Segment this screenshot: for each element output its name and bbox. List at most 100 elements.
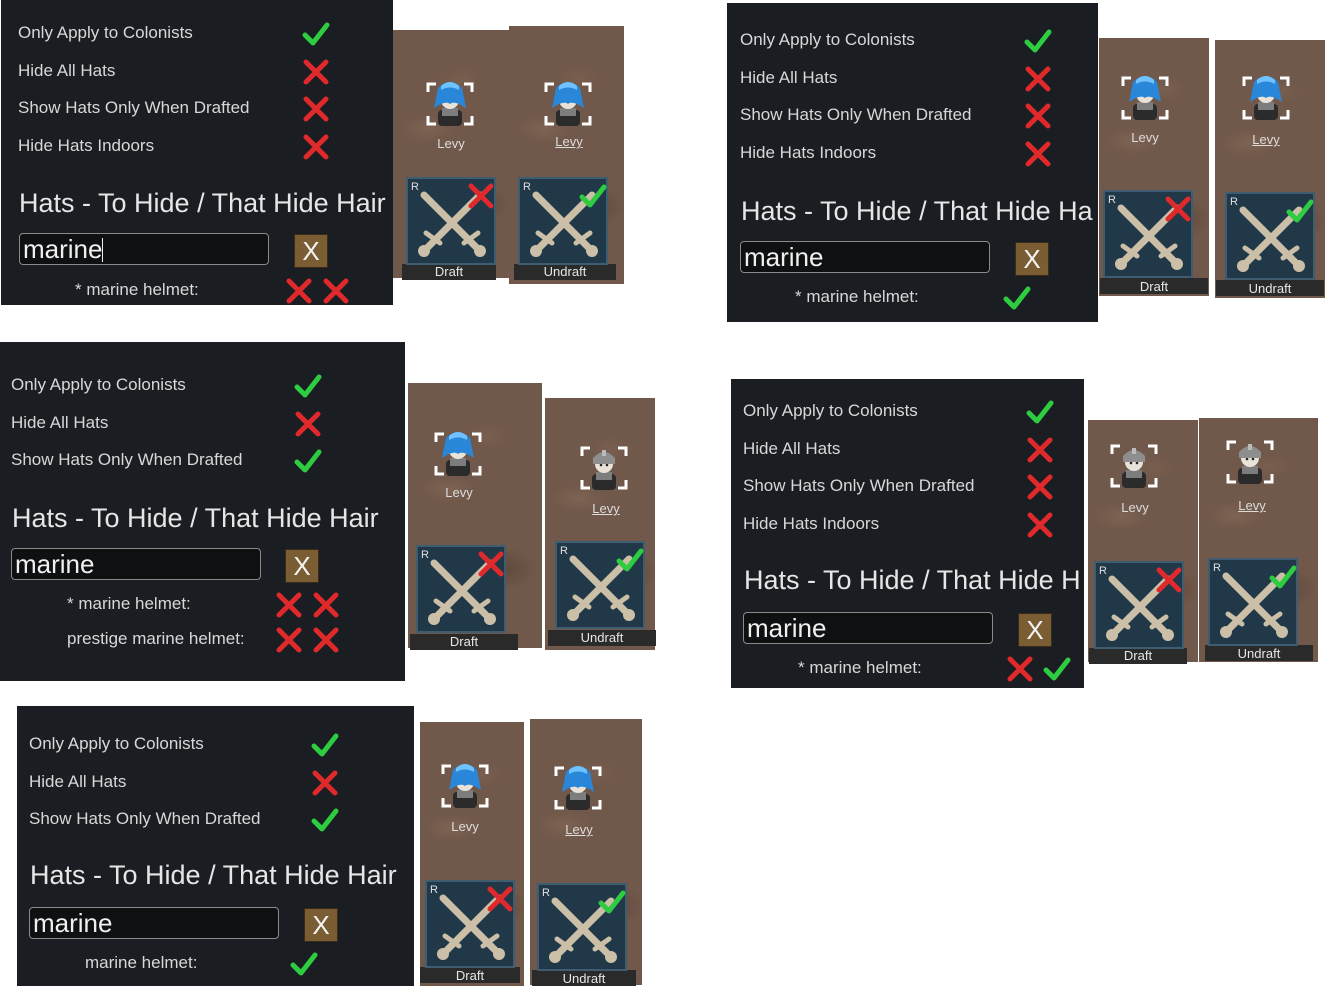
clear-search-button[interactable]: X <box>285 549 319 583</box>
pawn-name-label: Levy <box>592 501 620 516</box>
colonist-pawn[interactable] <box>1119 72 1171 124</box>
section-heading: Hats - To Hide / That Hide Hair <box>12 503 379 533</box>
cross-icon <box>485 884 513 912</box>
draft-gizmo-button[interactable]: R <box>416 545 506 633</box>
option-label: Hide All Hats <box>29 771 127 791</box>
draft-gizmo-button[interactable]: R <box>1094 561 1184 649</box>
section-heading: Hats - To Hide / That Hide Hair <box>30 860 397 890</box>
undraft-gizmo-button[interactable]: R <box>1208 558 1298 646</box>
cross-icon[interactable] <box>274 590 304 620</box>
draft-gizmo-button[interactable]: R <box>1103 190 1193 278</box>
checkmark-icon[interactable] <box>1002 283 1032 313</box>
checkmark-icon <box>578 181 607 208</box>
undraft-gizmo-button[interactable]: R <box>537 883 627 971</box>
option-label: Hide Hats Indoors <box>18 136 155 156</box>
pawn-name-label: Levy <box>555 134 583 149</box>
cross-icon[interactable] <box>1025 472 1055 502</box>
search-input[interactable]: marine <box>740 241 990 273</box>
settings-panel: Only Apply to Colonists Hide All Hats Show… <box>0 342 405 681</box>
option-label: Only Apply to Colonists <box>743 401 918 420</box>
colonist-pawn[interactable] <box>578 442 630 494</box>
cross-icon[interactable] <box>321 276 351 305</box>
pawn-name-label: Levy <box>1121 500 1149 515</box>
cross-icon[interactable] <box>293 409 323 439</box>
cross-icon[interactable] <box>310 768 340 798</box>
colonist-pawn[interactable] <box>424 78 476 130</box>
cross-icon[interactable] <box>1023 101 1053 131</box>
colonist-pawn[interactable] <box>542 78 594 130</box>
gizmo-hotkey-label: R <box>1213 562 1221 574</box>
gizmo-label: Draft <box>449 634 479 649</box>
checkmark-icon[interactable] <box>301 19 331 49</box>
cross-icon[interactable] <box>311 625 341 655</box>
cross-icon[interactable] <box>1023 64 1053 94</box>
undraft-gizmo-button[interactable]: R <box>518 177 608 265</box>
gizmo-hotkey-label: R <box>523 181 531 193</box>
gizmo-hotkey-label: R <box>1230 196 1238 208</box>
colonist-pawn[interactable] <box>552 762 604 814</box>
cross-icon[interactable] <box>1025 435 1055 465</box>
pawn-name-label: Levy <box>1131 130 1159 145</box>
colonist-pawn[interactable] <box>1240 72 1292 124</box>
cross-icon[interactable] <box>301 94 331 124</box>
search-input[interactable]: marine <box>19 233 269 265</box>
gizmo-hotkey-label: R <box>430 884 438 896</box>
colonist-pawn[interactable] <box>439 760 491 812</box>
colonist-pawn[interactable] <box>432 428 484 480</box>
option-label: Show Hats Only When Drafted <box>29 809 261 829</box>
cross-icon[interactable] <box>1005 654 1035 684</box>
checkmark-icon[interactable] <box>310 730 340 760</box>
search-input[interactable]: marine <box>11 548 261 580</box>
undraft-gizmo-button[interactable]: R <box>1225 192 1315 280</box>
cross-icon[interactable] <box>301 57 331 87</box>
cross-icon[interactable] <box>274 625 304 655</box>
cross-icon <box>476 549 504 577</box>
section-heading: Hats - To Hide / That Hide Ha <box>741 196 1093 226</box>
search-input[interactable]: marine <box>743 612 993 644</box>
clear-search-button[interactable]: X <box>1018 613 1052 647</box>
pawn-name-label: Levy <box>445 485 473 500</box>
cross-icon[interactable] <box>301 132 331 162</box>
gizmo-label: Undraft <box>580 630 624 645</box>
option-label: Show Hats Only When Drafted <box>743 476 975 496</box>
clear-search-button[interactable]: X <box>294 234 328 268</box>
checkmark-icon[interactable] <box>293 446 323 476</box>
checkmark-icon[interactable] <box>1025 397 1055 427</box>
checkmark-icon[interactable] <box>293 371 323 401</box>
cross-icon[interactable] <box>311 590 341 620</box>
colonist-pawn[interactable] <box>1224 436 1276 488</box>
cross-icon[interactable] <box>1023 139 1053 169</box>
draft-gizmo-button[interactable]: R <box>425 880 515 968</box>
option-label: Only Apply to Colonists <box>11 375 186 394</box>
option-label: Show Hats Only When Drafted <box>740 105 972 125</box>
colonist-pawn[interactable] <box>1108 440 1160 492</box>
checkmark-icon[interactable] <box>1023 26 1053 56</box>
option-label: Hide Hats Indoors <box>743 514 880 534</box>
option-label: Only Apply to Colonists <box>29 734 204 753</box>
result-label: * marine helmet: <box>75 280 199 299</box>
section-heading: Hats - To Hide / That Hide H <box>744 565 1081 595</box>
gizmo-hotkey-label: R <box>421 549 429 561</box>
cross-icon <box>1163 194 1191 222</box>
option-label: Hide All Hats <box>740 67 838 87</box>
gizmo-label: Draft <box>455 968 485 983</box>
result-label: marine helmet: <box>85 953 198 972</box>
checkmark-icon[interactable] <box>310 805 340 835</box>
option-label: Only Apply to Colonists <box>740 30 915 49</box>
draft-gizmo-button[interactable]: R <box>406 177 496 265</box>
gizmo-label: Draft <box>1139 279 1169 294</box>
checkmark-icon[interactable] <box>1042 654 1072 684</box>
settings-panel: Only Apply to Colonists Hide All Hats Show… <box>1 0 393 305</box>
option-label: Show Hats Only When Drafted <box>11 450 243 470</box>
clear-search-button[interactable]: X <box>304 908 338 942</box>
cross-icon[interactable] <box>1025 510 1055 540</box>
checkmark-icon[interactable] <box>289 949 319 979</box>
undraft-gizmo-button[interactable]: R <box>555 541 645 629</box>
settings-panel: Only Apply to Colonists Hide All Hats Show… <box>727 3 1098 322</box>
cross-icon[interactable] <box>284 276 314 305</box>
cross-icon <box>466 181 494 209</box>
clear-search-button[interactable]: X <box>1015 242 1049 276</box>
gizmo-label: Undraft <box>1248 281 1292 296</box>
search-input[interactable]: marine <box>29 907 279 939</box>
gizmo-label: Undraft <box>1237 646 1281 661</box>
